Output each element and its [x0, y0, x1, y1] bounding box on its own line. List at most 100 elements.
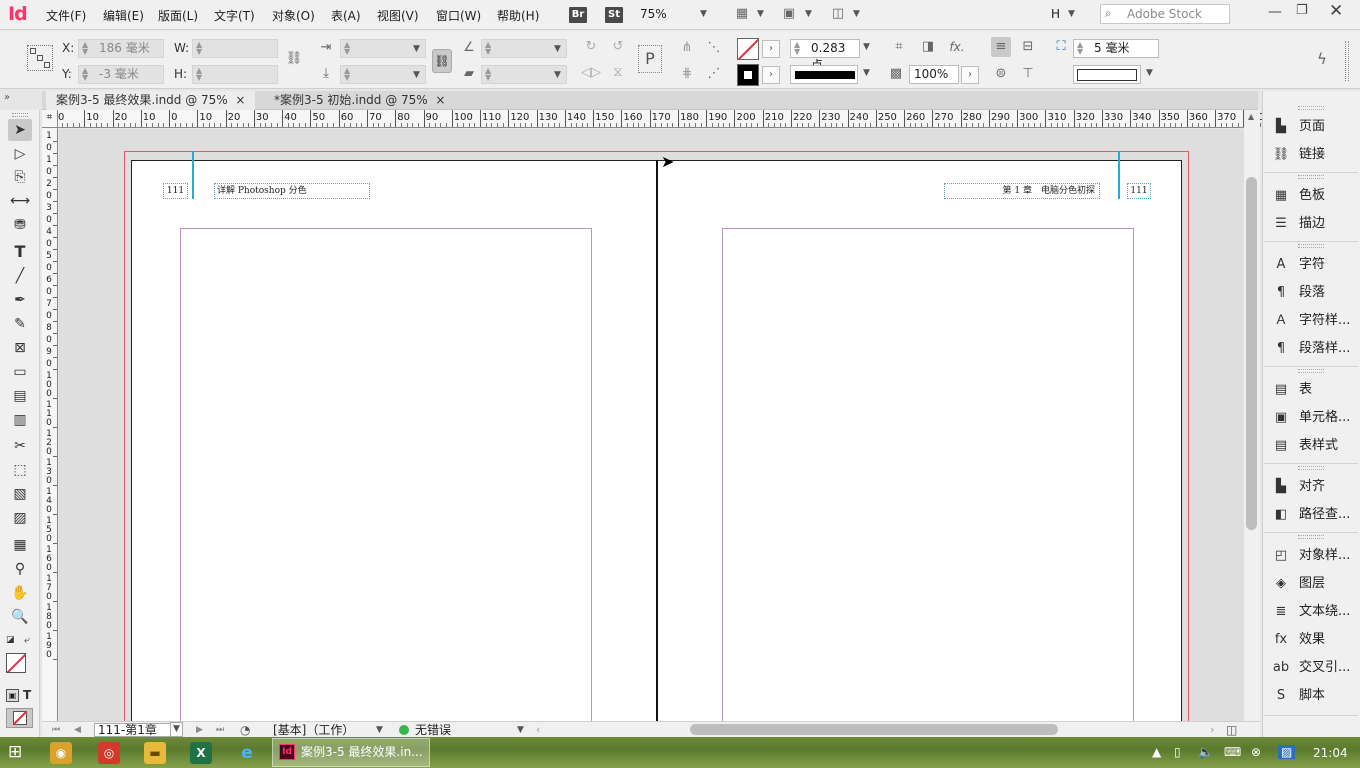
flip-horizontal-icon[interactable]: ◁▷	[581, 63, 601, 83]
stroke-type-select[interactable]	[790, 65, 858, 84]
panel-pages[interactable]: ▙ 页面	[1270, 117, 1360, 137]
close-tab-icon[interactable]: ×	[235, 93, 245, 107]
app-icon-1[interactable]: ◉	[50, 742, 72, 764]
bridge-button[interactable]: Br	[569, 7, 587, 23]
chevron-down-icon[interactable]: ▼	[757, 9, 764, 19]
gradient-swatch-tool-icon[interactable]: ▧	[8, 483, 32, 505]
tray-expand-icon[interactable]: ▲	[1152, 745, 1161, 759]
width-field[interactable]: ▲ ▼	[192, 39, 278, 58]
shear-field[interactable]: ▲ ▼ ▼	[481, 65, 567, 84]
open-page-icon[interactable]: ◔	[240, 722, 250, 738]
menu-file[interactable]: 文件(F)	[46, 7, 86, 24]
tray-app-icon[interactable]: ⊗	[1251, 745, 1261, 759]
tray-device-icon[interactable]: ▯	[1174, 745, 1181, 759]
chevron-down-icon[interactable]: ▼	[1146, 68, 1153, 78]
workspace-switcher[interactable]: H	[1051, 7, 1060, 21]
menu-object[interactable]: 对象(O)	[272, 7, 315, 24]
clock[interactable]: 21:04	[1313, 746, 1348, 760]
scroll-right-icon[interactable]: ›	[1210, 722, 1214, 738]
screen-mode-icon[interactable]: ▣	[779, 4, 799, 24]
excel-icon[interactable]: X	[190, 742, 212, 764]
constrain-scale-icon[interactable]: ⛓	[432, 49, 452, 73]
horizontal-ruler[interactable]: 0 10 20 10 0 10 20 30 40 50 60 70 80 90 100 110 120 130 14…	[42, 110, 1296, 128]
panel-paragraph-styles[interactable]: ¶ 段落样...	[1270, 339, 1360, 359]
menu-layout[interactable]: 版面(L)	[158, 7, 198, 24]
panel-table[interactable]: ▤ 表	[1270, 380, 1360, 400]
gap-tool-icon[interactable]: ⟷	[8, 190, 32, 212]
gradient-feather-tool-icon[interactable]: ▨	[8, 507, 32, 529]
wrap-jump-icon[interactable]: ⊤	[1018, 64, 1038, 84]
panel-scripts[interactable]: S 脚本	[1270, 686, 1360, 706]
wrap-none-icon[interactable]: ≡	[991, 37, 1011, 57]
panel-pathfinder[interactable]: ◧ 路径查...	[1270, 505, 1360, 525]
vertical-ruler[interactable]: 1 0 1 0 2 0 3 0 4 0 5 0 6 0 7 0 8 0 9 0 1 0 01 1 01 2 01 3 0…	[42, 128, 58, 721]
drop-shadow-icon[interactable]: ◨	[918, 37, 938, 57]
file-explorer-icon[interactable]: ▬	[144, 742, 166, 764]
view-options-icon[interactable]: ▦	[732, 4, 752, 24]
chevron-down-icon[interactable]: ▼	[1068, 9, 1075, 19]
panel-effects[interactable]: fx 效果	[1270, 630, 1360, 650]
last-page-icon[interactable]: ⏭	[216, 722, 224, 738]
zoom-tool-icon[interactable]: 🔍	[8, 606, 32, 628]
rotate-cw-icon[interactable]: ↻	[581, 37, 601, 57]
scale-x-field[interactable]: ▲ ▼ ▼	[340, 39, 426, 58]
selection-tool-icon[interactable]: ➤	[8, 119, 32, 141]
vertical-grid-tool-icon[interactable]: ▥	[8, 409, 32, 431]
left-page-number-frame[interactable]: 111	[163, 183, 188, 199]
height-field[interactable]: ▲ ▼	[192, 65, 278, 84]
keyboard-icon[interactable]: ⌨	[1224, 745, 1241, 759]
note-tool-icon[interactable]: ▦	[8, 534, 32, 556]
panel-swatches[interactable]: ▦ 色板	[1270, 186, 1360, 206]
panel-group-grip[interactable]	[1298, 369, 1324, 373]
chevron-down-icon[interactable]: ▼	[863, 42, 870, 52]
formatting-container-icon[interactable]: ▣	[6, 689, 19, 702]
stroke-swatch-icon[interactable]	[737, 64, 759, 86]
page-tool-icon[interactable]: ⎘	[8, 166, 32, 188]
x-position-field[interactable]: ▲ ▼ 186 毫米	[78, 39, 164, 58]
pasteboard[interactable]: 111 详解 Photoshop 分色 第 1 章 电脑分色初探 111 ➤	[59, 129, 1244, 721]
chevron-down-icon[interactable]: ▼	[863, 68, 870, 78]
y-position-field[interactable]: ▲ ▼ -3 毫米	[78, 65, 164, 84]
zoom-level[interactable]: 75%	[640, 7, 667, 21]
stock-search-box[interactable]: ⌕ Adobe Stock	[1100, 4, 1230, 24]
collapse-toolbox-icon[interactable]: »	[4, 92, 10, 103]
select-previous-icon[interactable]: ⋱	[704, 38, 724, 58]
effects-fx-icon[interactable]: fx.	[947, 37, 967, 57]
apply-none-icon[interactable]	[6, 708, 33, 728]
horizontal-scroll-thumb[interactable]	[690, 724, 1058, 735]
panel-cell-styles[interactable]: ▣ 单元格...	[1270, 408, 1360, 428]
scissors-tool-icon[interactable]: ✂	[8, 435, 32, 457]
fill-swatch-none-icon[interactable]	[737, 38, 759, 60]
menu-edit[interactable]: 编辑(E)	[103, 7, 144, 24]
direct-selection-tool-icon[interactable]: ▷	[8, 143, 32, 165]
eyedropper-tool-icon[interactable]: ⚲	[8, 558, 32, 580]
split-window-icon[interactable]: ◫	[1226, 722, 1237, 738]
panel-group-grip[interactable]	[1298, 466, 1324, 470]
toolbox-grip[interactable]	[12, 113, 28, 117]
chrome-icon[interactable]: ◎	[98, 742, 120, 764]
wrap-object-icon[interactable]: ⊜	[991, 64, 1011, 84]
free-transform-tool-icon[interactable]: ⬚	[8, 459, 32, 481]
pen-tool-icon[interactable]: ✒	[8, 289, 32, 311]
panel-object-styles[interactable]: ◰ 对象样...	[1270, 546, 1360, 566]
panel-character-styles[interactable]: Ａ 字符样...	[1270, 311, 1360, 331]
page-dropdown-icon[interactable]: ▼	[170, 722, 183, 737]
gap-field[interactable]: ▲ ▼ 5 毫米	[1073, 39, 1159, 58]
workflow-status[interactable]: [基本]（工作）	[273, 722, 354, 738]
constrain-proportions-icon[interactable]: ⛓	[284, 49, 304, 69]
menu-help[interactable]: 帮助(H)	[497, 7, 539, 24]
menu-view[interactable]: 视图(V)	[377, 7, 419, 24]
page-number-field[interactable]: 111-第1章	[94, 723, 174, 737]
vertical-scroll-thumb[interactable]	[1246, 177, 1257, 530]
type-tool-icon[interactable]: T	[8, 241, 32, 263]
volume-icon[interactable]: 🔈	[1198, 745, 1213, 759]
fitting-icon[interactable]: ⌗	[889, 37, 909, 57]
scroll-up-icon[interactable]: ▲	[1248, 112, 1254, 121]
panel-character[interactable]: A 字符	[1270, 255, 1360, 275]
previous-page-icon[interactable]: ◀	[74, 722, 81, 738]
select-content-icon[interactable]: ⋕	[677, 64, 697, 84]
preflight-status[interactable]: 无错误	[415, 722, 451, 738]
first-page-icon[interactable]: ⏮	[52, 722, 60, 738]
panel-group-grip[interactable]	[1298, 175, 1324, 179]
panel-group-grip[interactable]	[1298, 106, 1324, 110]
